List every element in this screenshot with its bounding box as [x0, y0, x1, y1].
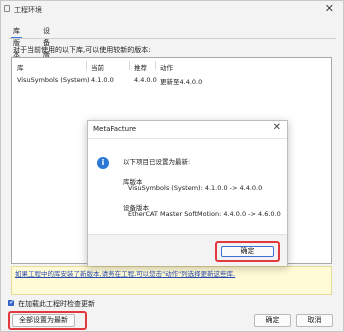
- metafacture-dialog: MetaFacture ✕ i 以下项目已设置为最新: 库版本 VisuSymb…: [87, 120, 288, 266]
- checkmark-icon: ✓: [9, 298, 15, 306]
- cancel-button[interactable]: 取消: [296, 314, 333, 327]
- column-header-library[interactable]: 库: [17, 62, 24, 72]
- column-divider: [86, 61, 87, 70]
- warning-panel: 如果工程中的库安装了新版本,请务在工程,可以您击"动作"列选择更新这些库.: [11, 266, 332, 295]
- column-header-current[interactable]: 当前: [91, 62, 104, 72]
- tab-divider: [9, 38, 336, 39]
- info-icon: i: [97, 157, 109, 169]
- ok-button[interactable]: 确定: [254, 314, 291, 327]
- dialog-heading: 以下项目已设置为最新:: [123, 158, 191, 166]
- column-divider: [155, 61, 156, 70]
- title-bar: 工程环境 ✕: [1, 1, 343, 18]
- cell-recommended: 4.4.0.0: [134, 76, 157, 84]
- tab-library-versions[interactable]: 库版本: [11, 25, 22, 59]
- intro-text: 对于当前使用的以下库,可以使用较新的版本:: [13, 46, 151, 54]
- window-title: 工程环境: [14, 6, 42, 14]
- dialog-close-icon[interactable]: ✕: [273, 122, 281, 134]
- cell-action[interactable]: 更新至4.4.0.0: [160, 76, 202, 86]
- column-header-recommended[interactable]: 推荐: [134, 62, 147, 72]
- dialog-device-item: EtherCAT Master SoftMotion: 4.4.0.0 -> 4…: [128, 210, 281, 218]
- check-updates-label: 在加载此工程时检查更新: [18, 300, 95, 308]
- cell-current: 4.1.0.0: [91, 76, 114, 84]
- column-divider: [129, 61, 130, 70]
- window-icon: [4, 5, 10, 12]
- set-all-latest-button[interactable]: 全部设置为最新: [12, 314, 75, 327]
- dialog-ok-button[interactable]: 确定: [221, 246, 274, 257]
- column-header-action[interactable]: 动作: [160, 62, 173, 72]
- tab-device-versions[interactable]: 设备版本: [41, 25, 52, 71]
- dialog-divider: [88, 138, 287, 139]
- dialog-library-item: VisuSymbols (System): 4.1.0.0 -> 4.4.0.0: [128, 184, 263, 192]
- close-icon[interactable]: ✕: [325, 3, 334, 15]
- dialog-title: MetaFacture: [93, 125, 137, 133]
- project-environment-window: 工程环境 ✕ 库版本 设备版本 对于当前使用的以下库,可以使用较新的版本: 库 …: [0, 0, 344, 332]
- cell-library: VisuSymbols (System): [17, 76, 90, 84]
- warning-text: 如果工程中的库安装了新版本,请务在工程,可以您击"动作"列选择更新这些库.: [15, 270, 236, 278]
